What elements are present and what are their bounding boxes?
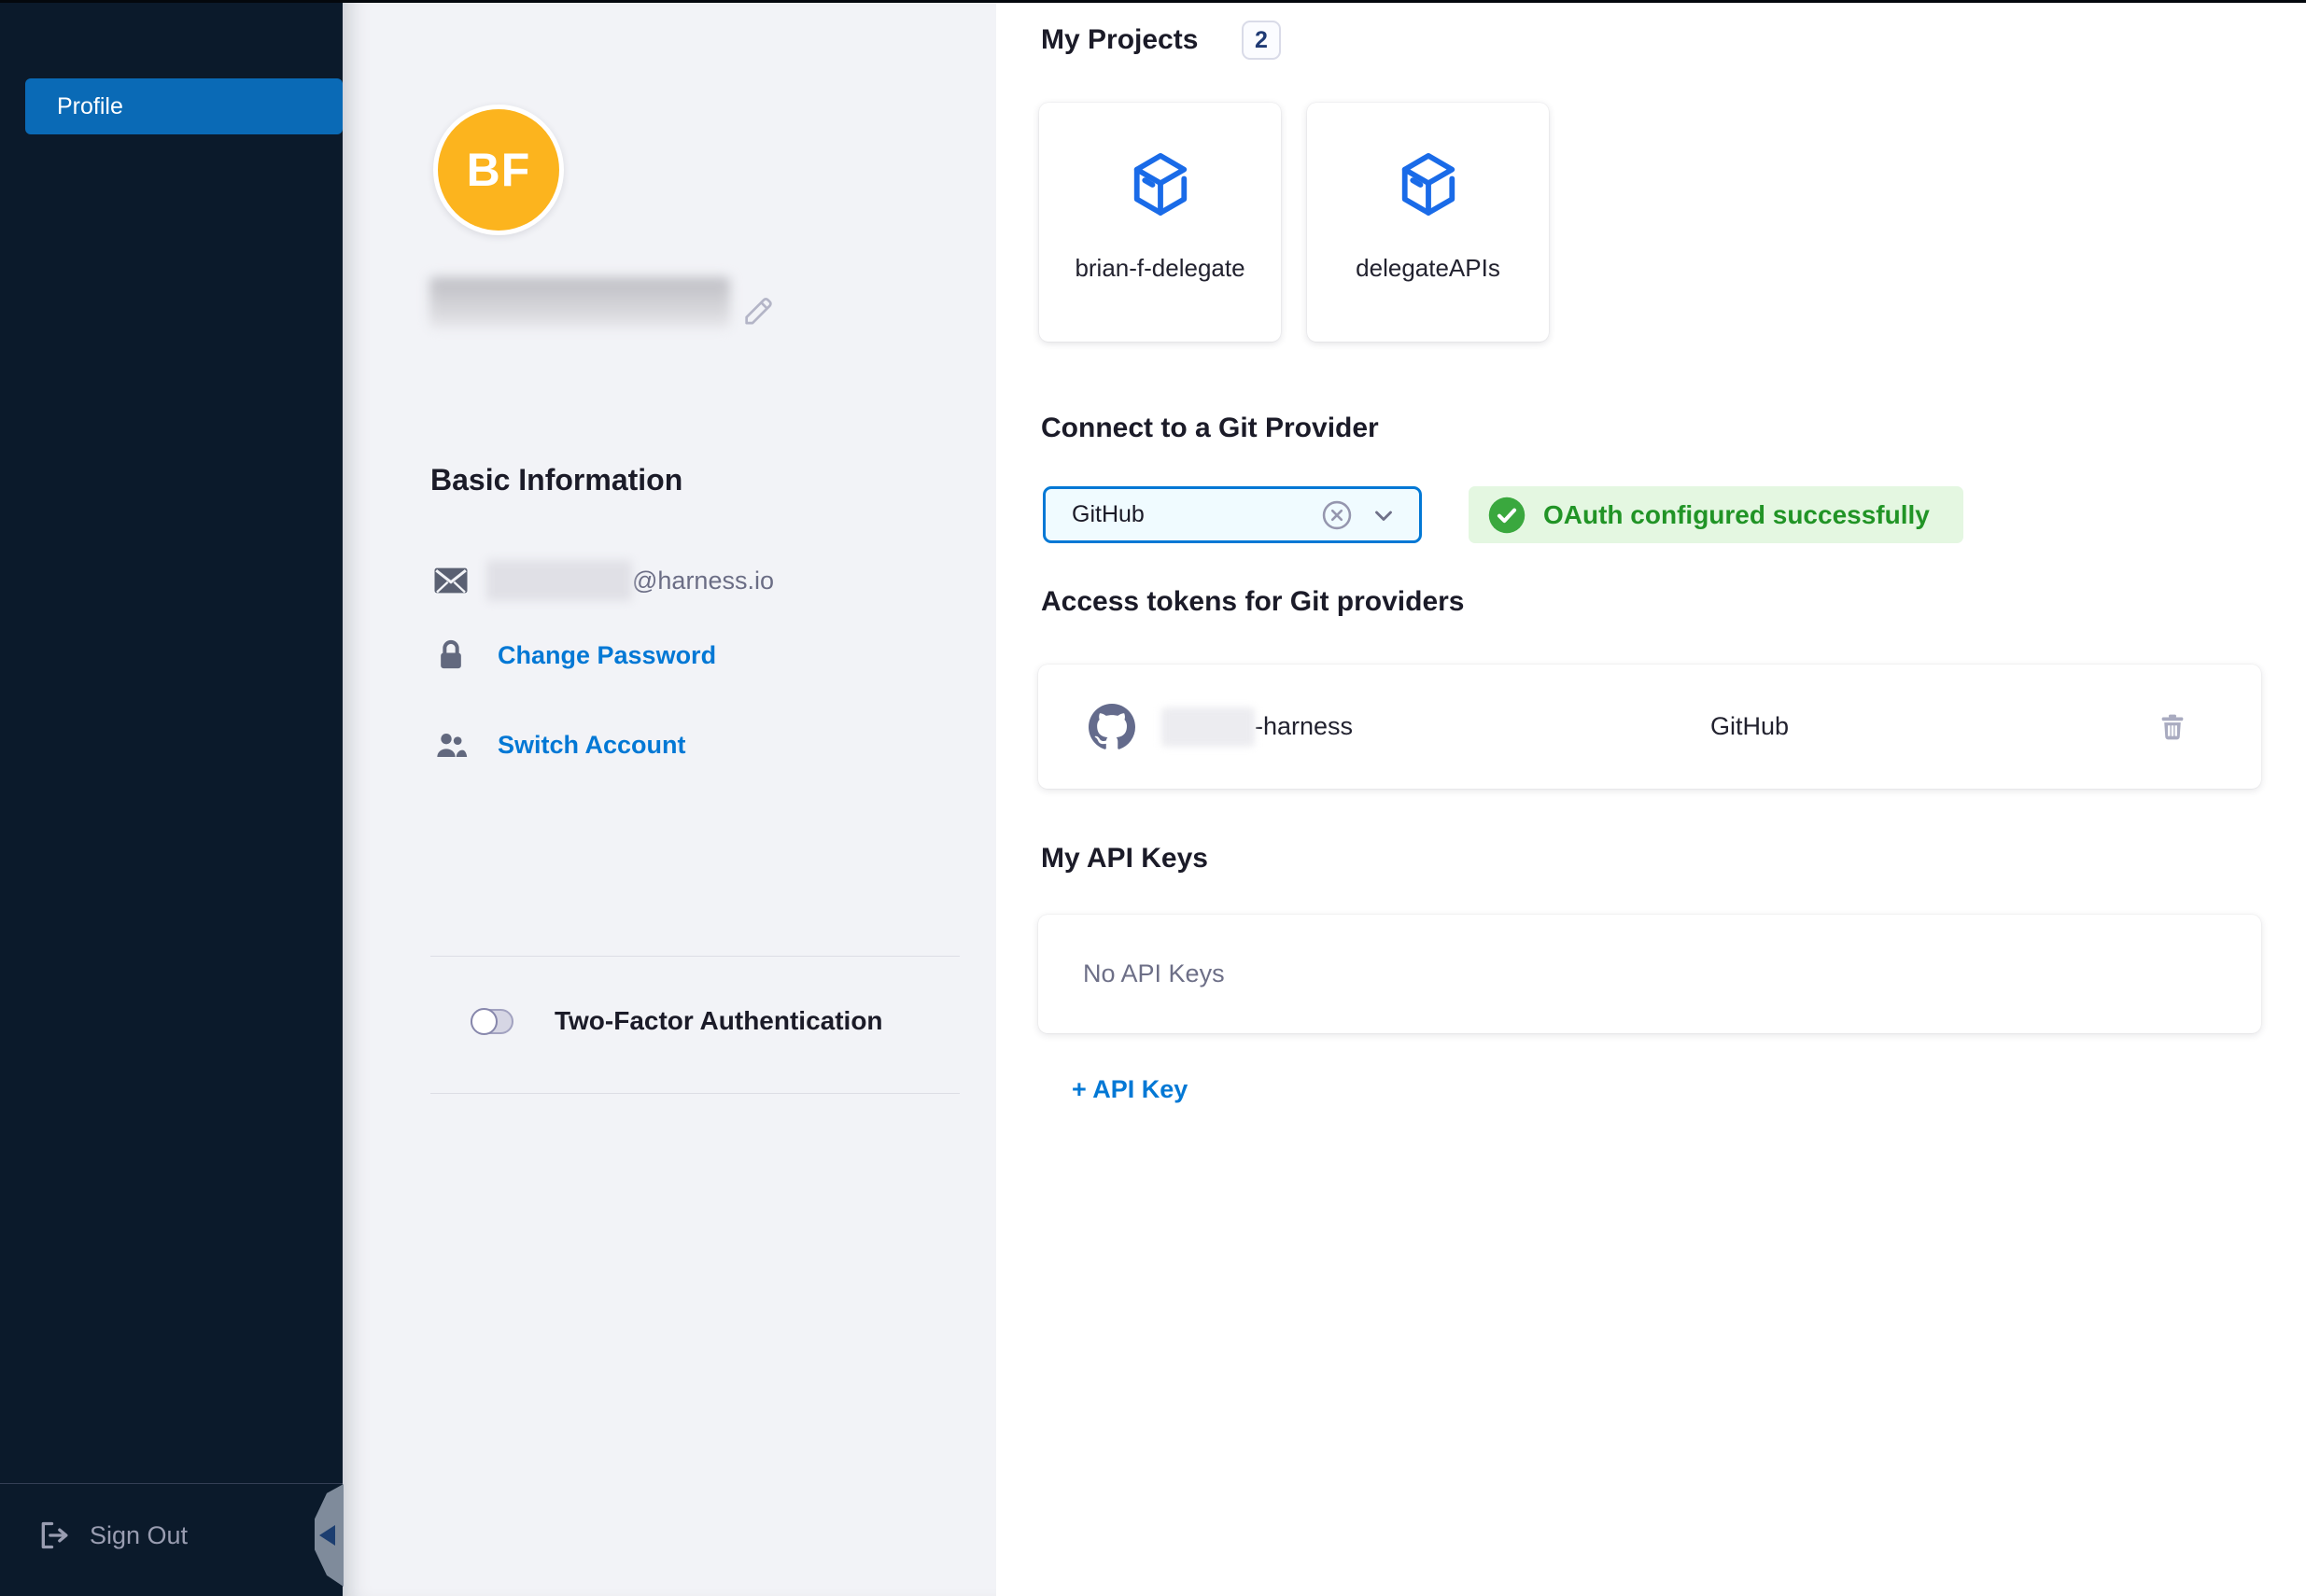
- change-password-row: Change Password: [432, 637, 716, 674]
- api-keys-empty-text: No API Keys: [1083, 959, 1225, 988]
- two-factor-row: Two-Factor Authentication: [471, 1006, 883, 1036]
- github-mark-icon: [1089, 704, 1135, 750]
- project-card[interactable]: delegateAPIs: [1307, 103, 1549, 342]
- collapse-arrow-icon: [319, 1525, 335, 1546]
- toggle-knob: [471, 1008, 498, 1035]
- project-card[interactable]: brian-f-delegate: [1039, 103, 1281, 342]
- sign-out-button[interactable]: Sign Out: [35, 1514, 188, 1557]
- email-domain: @harness.io: [632, 567, 774, 595]
- chevron-down-icon[interactable]: [1367, 498, 1400, 532]
- email-local-part-redacted: [486, 560, 632, 601]
- window-top-edge: [0, 0, 2306, 3]
- access-tokens-heading: Access tokens for Git providers: [1041, 586, 1465, 618]
- clear-selection-icon[interactable]: [1320, 498, 1354, 532]
- switch-account-row: Switch Account: [432, 726, 686, 763]
- cube-icon: [1122, 147, 1199, 224]
- sidebar-footer-divider: [0, 1483, 343, 1484]
- project-name: delegateAPIs: [1356, 254, 1500, 283]
- project-name: brian-f-delegate: [1075, 254, 1244, 283]
- avatar-initials: BF: [467, 143, 531, 197]
- token-provider: GitHub: [1710, 712, 1789, 741]
- sidebar-item-profile[interactable]: Profile: [25, 78, 343, 134]
- two-factor-toggle[interactable]: [471, 1009, 513, 1034]
- sidebar: Profile Sign Out: [0, 0, 343, 1596]
- my-projects-heading: My Projects: [1041, 24, 1198, 56]
- oauth-status-pill: OAuth configured successfully: [1469, 486, 1963, 543]
- sidebar-item-profile-label: Profile: [57, 93, 123, 120]
- avatar: BF: [433, 105, 564, 235]
- profile-panel: BF Basic Information @harness.io Change …: [343, 0, 996, 1596]
- email-row: @harness.io: [432, 560, 774, 601]
- token-username-redacted: [1161, 707, 1255, 747]
- switch-account-link[interactable]: Switch Account: [498, 731, 686, 760]
- user-name-redacted: [429, 277, 730, 328]
- add-api-key-button[interactable]: + API Key: [1072, 1075, 1188, 1104]
- divider: [430, 956, 960, 957]
- git-provider-heading: Connect to a Git Provider: [1041, 413, 1379, 444]
- git-provider-select[interactable]: GitHub: [1043, 486, 1422, 543]
- main-content: My Projects 2 brian-f-delegate delegateA…: [996, 0, 2306, 1596]
- trash-icon[interactable]: [2157, 709, 2188, 745]
- git-provider-selected-value: GitHub: [1072, 501, 1320, 528]
- projects-count-badge: 2: [1242, 21, 1281, 60]
- token-username-suffix: -harness: [1255, 712, 1353, 741]
- envelope-icon: [432, 562, 470, 599]
- lock-icon: [432, 637, 470, 674]
- divider: [430, 1093, 960, 1094]
- edit-name-pencil-icon[interactable]: [740, 293, 776, 329]
- sign-out-icon: [35, 1517, 73, 1554]
- basic-information-heading: Basic Information: [430, 463, 682, 497]
- two-factor-label: Two-Factor Authentication: [555, 1006, 883, 1036]
- cube-icon: [1390, 147, 1467, 224]
- check-circle-icon: [1487, 496, 1526, 535]
- api-keys-empty-card: No API Keys: [1038, 915, 2261, 1033]
- users-icon: [432, 726, 470, 763]
- oauth-status-text: OAuth configured successfully: [1543, 500, 1930, 530]
- sign-out-label: Sign Out: [90, 1521, 188, 1550]
- my-api-keys-heading: My API Keys: [1041, 843, 1208, 875]
- access-token-row: -harness GitHub: [1038, 665, 2261, 789]
- change-password-link[interactable]: Change Password: [498, 641, 716, 670]
